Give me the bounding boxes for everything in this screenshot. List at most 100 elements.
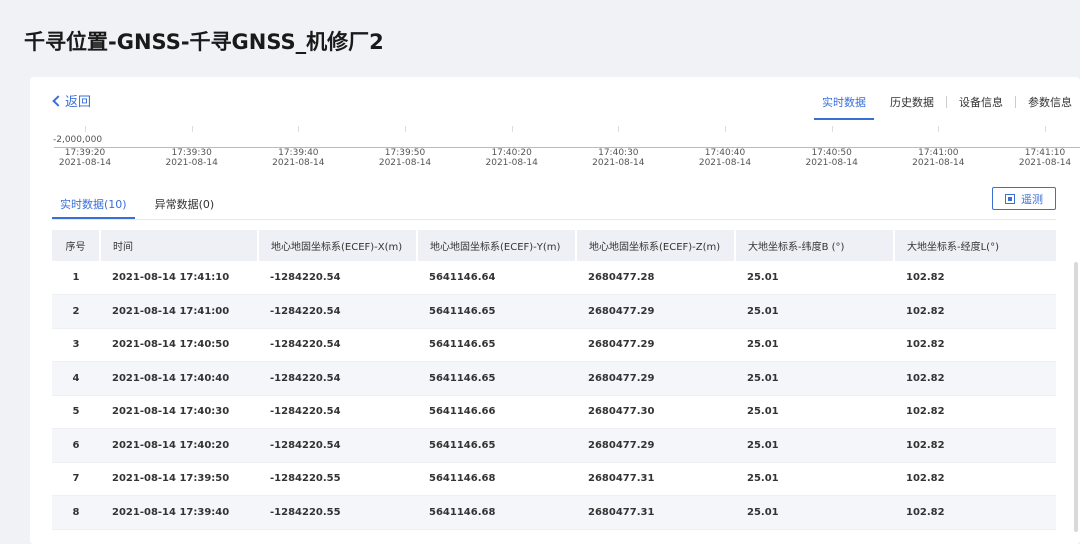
x-axis-tick-label: 17:41:10 2021-08-14 [1010,148,1080,168]
cell-time: 2021-08-14 17:41:10 [100,261,258,295]
table-scrollbar[interactable] [1074,262,1078,532]
cell-index: 7 [52,462,100,496]
cell-ecef-x: -1284220.54 [258,328,417,362]
x-tick-time: 17:40:50 [811,148,852,158]
cell-index: 8 [52,495,100,530]
x-axis-grid-line [298,126,300,132]
x-tick-date: 2021-08-14 [912,158,965,168]
x-axis-tick-label: 17:41:00 2021-08-14 [903,148,973,168]
cell-time: 2021-08-14 17:39:50 [100,462,258,496]
x-axis-grid-line [85,126,86,132]
cell-ecef-y: 5641146.65 [417,428,576,463]
back-link[interactable]: 返回 [52,91,91,110]
x-tick-time: 17:39:50 [384,148,426,158]
cell-time: 2021-08-14 17:40:30 [100,395,258,429]
table-row: 1 2021-08-14 17:41:10 -1284220.54 564114… [52,261,1056,295]
x-tick-time: 17:39:30 [171,148,212,158]
cell-ecef-z: 2680477.31 [576,462,735,496]
x-tick-date: 2021-08-14 [1018,158,1072,168]
cell-time: 2021-08-14 17:39:40 [100,495,258,530]
cell-ecef-y: 5641146.68 [417,495,576,530]
cell-ecef-z: 2680477.28 [576,261,735,295]
x-axis-tick-label: 17:39:40 2021-08-14 [263,148,333,168]
x-axis-grid-line [618,126,620,132]
cell-longitude: 102.82 [894,361,1056,396]
data-tabs: 实时数据(10) 异常数据(0) [52,192,1056,220]
cell-ecef-x: -1284220.54 [258,361,417,396]
table-row: 7 2021-08-14 17:39:50 -1284220.55 564114… [52,462,1056,496]
cell-time: 2021-08-14 17:40:50 [100,328,258,362]
tab-realtime-data[interactable]: 实时数据(10) [52,192,135,219]
x-tick-time: 17:39:40 [278,148,319,158]
y-axis-tick-label: -2,000,000 [53,135,103,145]
cell-ecef-y: 5641146.65 [417,294,576,329]
cell-ecef-y: 5641146.68 [417,462,576,496]
x-tick-time: 17:40:20 [491,148,532,158]
x-tick-date: 2021-08-14 [698,158,752,168]
x-axis-grid-line [191,126,193,132]
x-tick-time: 17:40:30 [598,148,639,158]
tab-history[interactable]: 历史数据 [882,91,942,118]
cell-ecef-z: 2680477.29 [576,328,735,362]
tab-parameter-info[interactable]: 参数信息 [1020,91,1080,118]
x-tick-date: 2021-08-14 [592,158,645,168]
table-row: 5 2021-08-14 17:40:30 -1284220.54 564114… [52,395,1056,429]
cell-longitude: 102.82 [894,294,1056,329]
x-axis-tick-label: 17:40:40 2021-08-14 [690,148,760,168]
cell-latitude: 25.01 [735,428,894,463]
x-axis-grid-line [725,126,726,132]
cell-ecef-y: 5641146.64 [417,261,576,295]
cell-ecef-y: 5641146.66 [417,395,576,429]
tab-abnormal-data[interactable]: 异常数据(0) [147,192,223,219]
table-row: 6 2021-08-14 17:40:20 -1284220.54 564114… [52,428,1056,463]
x-axis-tick-label: 17:39:30 2021-08-14 [157,148,227,168]
cell-ecef-x: -1284220.54 [258,261,417,295]
cell-ecef-x: -1284220.54 [258,294,417,329]
cell-latitude: 25.01 [735,328,894,362]
cell-ecef-z: 2680477.31 [576,495,735,530]
cell-time: 2021-08-14 17:41:00 [100,294,258,329]
cell-latitude: 25.01 [735,361,894,396]
x-axis-grid-line [938,126,940,132]
cell-index: 4 [52,361,100,396]
tab-device-info[interactable]: 设备信息 [951,91,1011,118]
table-row: 8 2021-08-14 17:39:40 -1284220.55 564114… [52,495,1056,530]
tab-divider [946,96,947,108]
top-tabs: 实时数据 历史数据 设备信息 参数信息 [814,91,1080,120]
cell-latitude: 25.01 [735,462,894,496]
cell-ecef-z: 2680477.29 [576,294,735,329]
cell-ecef-x: -1284220.54 [258,395,417,429]
cell-index: 5 [52,395,100,429]
tab-realtime[interactable]: 实时数据 [814,91,874,120]
cell-longitude: 102.82 [894,428,1056,463]
main-card: 返回 实时数据 历史数据 设备信息 参数信息 -2,000,000 17:39:… [30,77,1080,544]
x-tick-date: 2021-08-14 [485,158,538,168]
telemetry-icon [1005,193,1015,204]
cell-ecef-z: 2680477.29 [576,361,735,396]
cell-ecef-x: -1284220.54 [258,428,417,463]
x-tick-time: 17:39:20 [64,148,106,158]
cell-ecef-y: 5641146.65 [417,361,576,396]
cell-longitude: 102.82 [894,462,1056,496]
cell-ecef-x: -1284220.55 [258,495,417,530]
tab-divider [1015,96,1016,108]
column-header-latitude: 大地坐标系-纬度B (°) [735,230,895,261]
cell-latitude: 25.01 [735,495,894,530]
cell-ecef-y: 5641146.65 [417,328,576,362]
cell-longitude: 102.82 [894,261,1056,295]
x-axis-tick-label: 17:39:20 2021-08-14 [50,148,120,168]
x-axis-grid-line [831,126,833,132]
x-tick-time: 17:40:40 [704,148,746,158]
column-header-longitude: 大地坐标系-经度L(°) [894,230,1056,261]
time-series-chart: -2,000,000 17:39:20 2021-08-14 17:39:30 202… [30,122,1080,172]
x-tick-date: 2021-08-14 [805,158,858,168]
x-axis-tick-label: 17:40:50 2021-08-14 [797,148,867,168]
chevron-left-icon [52,95,64,107]
x-tick-date: 2021-08-14 [58,158,112,168]
column-header-ecef-x: 地心地固坐标系(ECEF)-X(m) [258,230,418,261]
column-header-index: 序号 [52,230,101,261]
telemetry-button[interactable]: 遥测 [992,187,1056,210]
page-title: 千寻位置-GNSS-千寻GNSS_机修厂2 [24,30,384,54]
cell-index: 2 [52,294,100,329]
cell-time: 2021-08-14 17:40:20 [100,428,258,463]
